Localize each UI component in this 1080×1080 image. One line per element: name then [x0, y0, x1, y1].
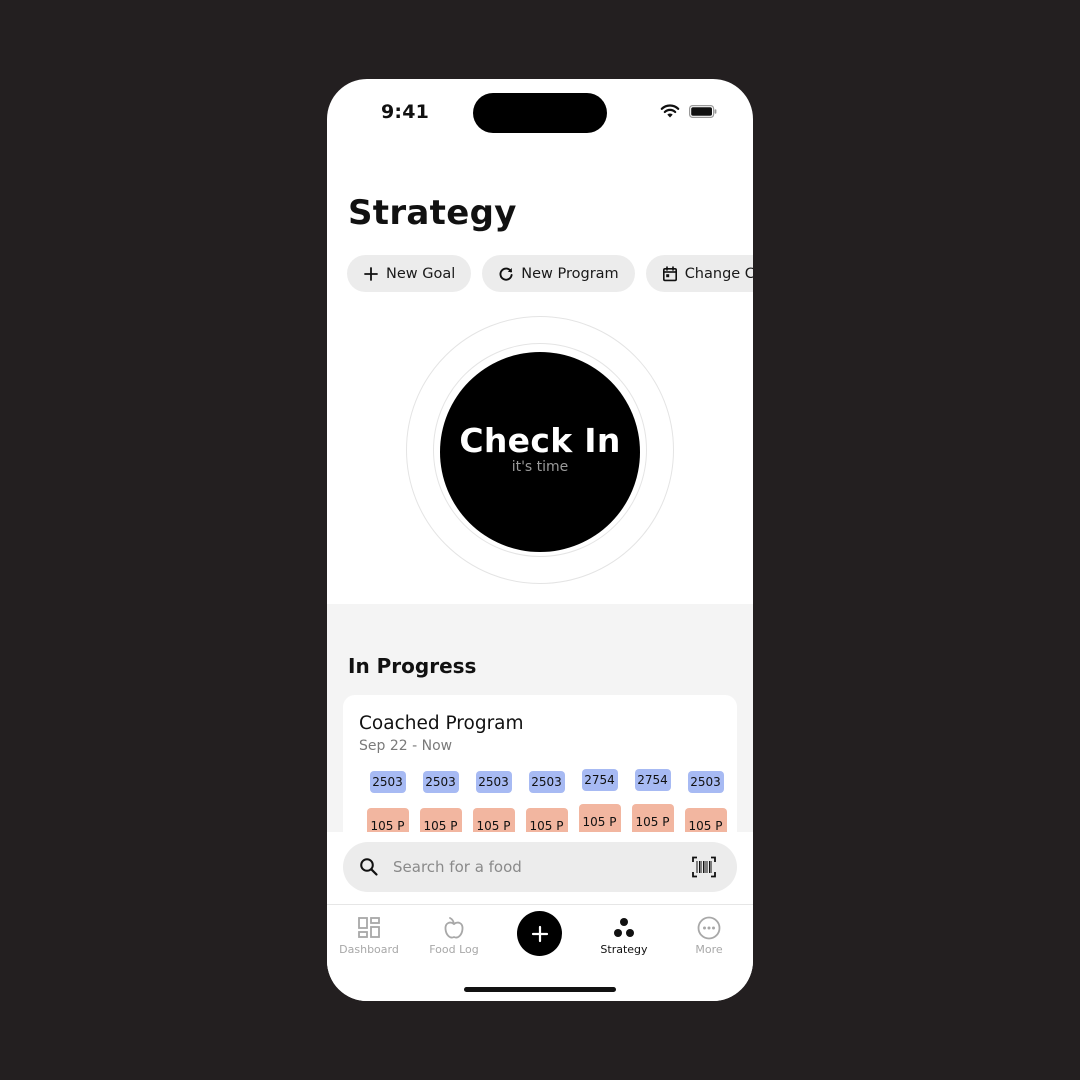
- new-program-label: New Program: [521, 265, 619, 282]
- calorie-cell: 2503: [361, 771, 414, 793]
- new-program-button[interactable]: New Program: [482, 255, 635, 292]
- tab-strategy-label: Strategy: [600, 943, 648, 956]
- tab-dashboard-label: Dashboard: [339, 943, 399, 956]
- new-goal-label: New Goal: [386, 265, 456, 282]
- plus-icon: [364, 266, 378, 281]
- calories-row: 2503 2503 2503 2503 2754 2754 2503: [361, 769, 732, 793]
- plus-icon: [531, 925, 548, 942]
- calorie-cell: 2503: [414, 771, 467, 793]
- page-title: Strategy: [348, 193, 517, 233]
- battery-icon: [689, 105, 717, 118]
- add-button[interactable]: [517, 911, 562, 956]
- dashboard-icon: [358, 917, 380, 938]
- phone-screen: 9:41 Strategy New Goal New Program Chang…: [327, 79, 753, 1001]
- strategy-icon: [614, 918, 634, 937]
- calendar-icon: [662, 265, 677, 281]
- calorie-badge: 2503: [687, 771, 724, 793]
- barcode-scan-icon[interactable]: [692, 856, 716, 878]
- calorie-cell: 2754: [573, 769, 626, 793]
- tab-food-log[interactable]: Food Log: [412, 915, 496, 956]
- calorie-cell: 2754: [626, 769, 679, 793]
- check-in-title: Check In: [459, 421, 621, 460]
- more-icon: [697, 916, 721, 940]
- food-search-bar[interactable]: [343, 842, 737, 892]
- search-area: [327, 832, 753, 904]
- tab-dashboard[interactable]: Dashboard: [327, 915, 411, 956]
- tab-more[interactable]: More: [667, 915, 751, 956]
- check-in-subtitle: it's time: [511, 459, 569, 475]
- calorie-badge: 2754: [581, 769, 618, 791]
- calorie-badge: 2503: [369, 771, 406, 793]
- calorie-badge: 2754: [634, 769, 671, 791]
- search-icon: [360, 858, 378, 876]
- calorie-cell: 2503: [467, 771, 520, 793]
- change-label: Change Ch: [684, 265, 753, 282]
- apple-icon: [444, 917, 464, 939]
- calorie-cell: 2503: [679, 771, 732, 793]
- refresh-icon: [499, 267, 513, 281]
- calorie-badge: 2503: [475, 771, 512, 793]
- tab-strategy[interactable]: Strategy: [582, 915, 666, 956]
- program-title: Coached Program: [359, 713, 524, 734]
- change-button[interactable]: Change Ch: [645, 255, 753, 292]
- home-indicator[interactable]: [464, 987, 616, 992]
- check-in-button[interactable]: Check In it's time: [440, 352, 640, 552]
- status-time: 9:41: [381, 101, 430, 123]
- calorie-cell: 2503: [520, 771, 573, 793]
- dynamic-island: [473, 93, 607, 133]
- program-date-range: Sep 22 - Now: [359, 738, 453, 754]
- in-progress-section: In Progress Coached Program Sep 22 - Now…: [327, 604, 753, 875]
- tab-food-log-label: Food Log: [429, 943, 479, 956]
- tab-more-label: More: [695, 943, 723, 956]
- action-chips: New Goal New Program Change Ch: [347, 255, 753, 292]
- status-bar: 9:41: [327, 79, 753, 139]
- new-goal-button[interactable]: New Goal: [347, 255, 472, 292]
- wifi-icon: [660, 104, 680, 118]
- food-search-input[interactable]: [393, 854, 673, 880]
- calorie-badge: 2503: [422, 771, 459, 793]
- calorie-badge: 2503: [528, 771, 565, 793]
- in-progress-title: In Progress: [348, 654, 477, 678]
